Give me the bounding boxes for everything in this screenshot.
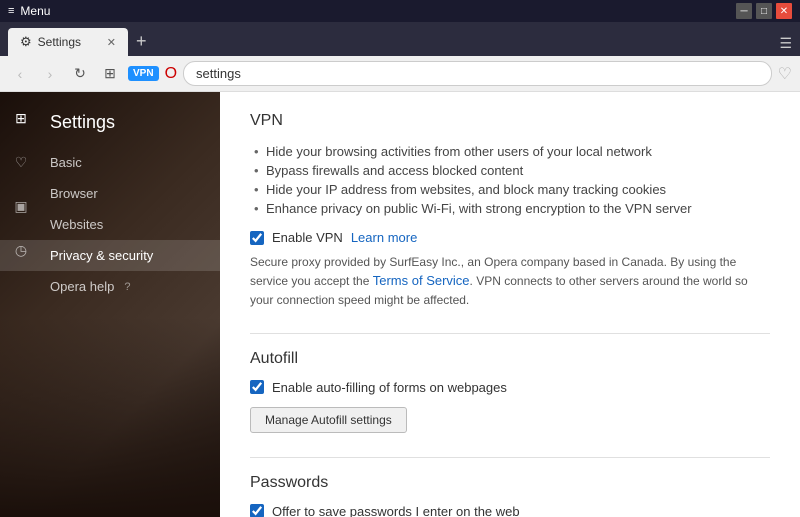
- sidebar-item-browser-label: Browser: [50, 186, 98, 201]
- sidebar-item-help-question: ?: [124, 281, 130, 293]
- menu-label: Menu: [20, 4, 50, 18]
- sidebar-icon-strip: ⊞ ♡ ▣ ◷: [0, 92, 42, 517]
- vpn-bullet-4: Enhance privacy on public Wi-Fi, with st…: [250, 199, 770, 218]
- vpn-badge[interactable]: VPN: [128, 66, 159, 81]
- sidebar-icon-grid[interactable]: ⊞: [5, 102, 37, 134]
- forward-button[interactable]: ›: [38, 62, 62, 86]
- sidebar-icon-monitor[interactable]: ▣: [5, 190, 37, 222]
- vpn-section: VPN Hide your browsing activities from o…: [250, 112, 770, 309]
- passwords-checkbox[interactable]: [250, 504, 264, 517]
- minimize-button[interactable]: ─: [736, 3, 752, 19]
- vpn-bullets: Hide your browsing activities from other…: [250, 142, 770, 218]
- autofill-enable-row: Enable auto-filling of forms on webpages: [250, 380, 770, 395]
- vpn-description: Secure proxy provided by SurfEasy Inc., …: [250, 253, 770, 309]
- new-tab-button[interactable]: +: [128, 31, 155, 52]
- title-bar-left: ≡ Menu: [8, 4, 50, 18]
- autofill-title: Autofill: [250, 350, 770, 368]
- divider-1: [250, 333, 770, 334]
- vpn-bullet-3: Hide your IP address from websites, and …: [250, 180, 770, 199]
- sidebar-item-privacy-label: Privacy & security: [50, 248, 153, 263]
- vpn-checkbox[interactable]: [250, 231, 264, 245]
- sidebar-item-websites-label: Websites: [50, 217, 103, 232]
- settings-tab[interactable]: ⚙ Settings ✕: [8, 28, 128, 56]
- vpn-enable-row: Enable VPN Learn more: [250, 230, 770, 245]
- autofill-section: Autofill Enable auto-filling of forms on…: [250, 350, 770, 433]
- vpn-bullet-2: Bypass firewalls and access blocked cont…: [250, 161, 770, 180]
- opera-icon[interactable]: O: [165, 65, 177, 83]
- reload-button[interactable]: ↻: [68, 62, 92, 86]
- autofill-checkbox[interactable]: [250, 380, 264, 394]
- back-button[interactable]: ‹: [8, 62, 32, 86]
- maximize-button[interactable]: □: [756, 3, 772, 19]
- vpn-learn-more-link[interactable]: Learn more: [351, 230, 417, 245]
- menu-icon[interactable]: ≡: [8, 5, 14, 17]
- sidebar-icon-clock[interactable]: ◷: [5, 234, 37, 266]
- tab-bar: ⚙ Settings ✕ + ☰: [0, 22, 800, 56]
- grid-button[interactable]: ⊞: [98, 62, 122, 86]
- close-button[interactable]: ✕: [776, 3, 792, 19]
- settings-tab-label: Settings: [38, 35, 81, 49]
- vpn-title: VPN: [250, 112, 770, 130]
- vpn-enable-label: Enable VPN: [272, 230, 343, 245]
- terms-of-service-link[interactable]: Terms of Service: [373, 273, 470, 288]
- manage-autofill-button[interactable]: Manage Autofill settings: [250, 407, 407, 433]
- address-input[interactable]: [183, 61, 772, 86]
- settings-tab-close[interactable]: ✕: [107, 36, 116, 49]
- tab-menu-icon[interactable]: ☰: [779, 35, 792, 52]
- divider-2: [250, 457, 770, 458]
- autofill-enable-label: Enable auto-filling of forms on webpages: [272, 380, 507, 395]
- address-bar: ‹ › ↻ ⊞ VPN O ♡: [0, 56, 800, 92]
- title-bar: ≡ Menu ─ □ ✕: [0, 0, 800, 22]
- sidebar-item-basic-label: Basic: [50, 155, 82, 170]
- main-content: ⊞ ♡ ▣ ◷ Settings Basic Browser Websites …: [0, 92, 800, 517]
- sidebar-icon-heart[interactable]: ♡: [5, 146, 37, 178]
- title-bar-controls: ─ □ ✕: [736, 3, 792, 19]
- passwords-title: Passwords: [250, 474, 770, 492]
- passwords-enable-row: Offer to save passwords I enter on the w…: [250, 504, 770, 517]
- heart-button[interactable]: ♡: [778, 64, 792, 84]
- passwords-section: Passwords Offer to save passwords I ente…: [250, 474, 770, 517]
- content-panel: VPN Hide your browsing activities from o…: [220, 92, 800, 517]
- settings-tab-icon: ⚙: [20, 34, 32, 50]
- sidebar: ⊞ ♡ ▣ ◷ Settings Basic Browser Websites …: [0, 92, 220, 517]
- passwords-enable-label: Offer to save passwords I enter on the w…: [272, 504, 520, 517]
- vpn-bullet-1: Hide your browsing activities from other…: [250, 142, 770, 161]
- sidebar-item-help-label: Opera help: [50, 279, 114, 294]
